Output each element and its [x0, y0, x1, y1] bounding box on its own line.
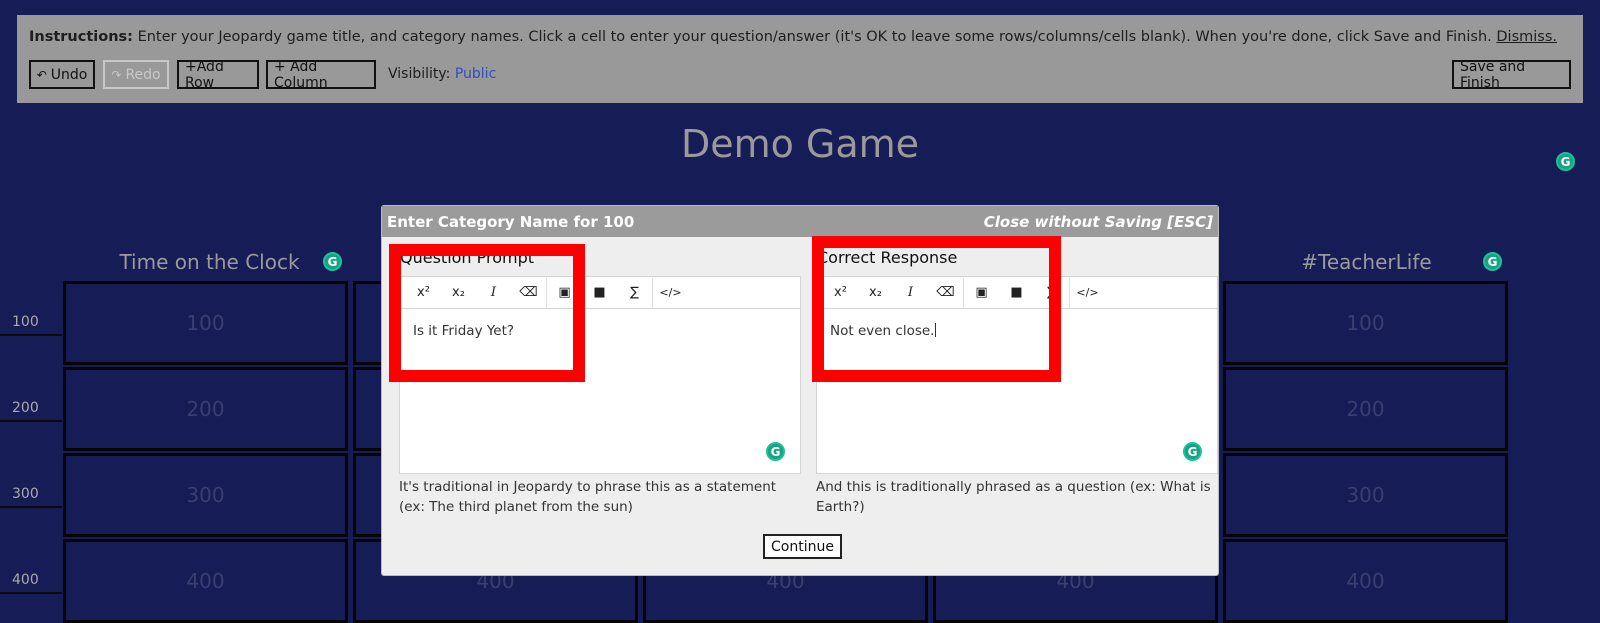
edit-cell-modal: Enter Category Name for 100 Close withou…: [382, 206, 1218, 575]
instructions-text: Instructions: Enter your Jeopardy game t…: [29, 29, 1571, 45]
subscript-icon[interactable]: x₂: [858, 278, 893, 308]
board-cell[interactable]: 400: [63, 539, 348, 623]
sigma-icon[interactable]: ∑: [1034, 278, 1069, 308]
continue-button[interactable]: Continue: [763, 534, 842, 559]
question-hint: It's traditional in Jeopardy to phrase t…: [399, 479, 777, 515]
eraser-icon[interactable]: ⌫: [511, 278, 546, 308]
question-editor-toolbar: x² x₂ I ⌫ ▣ ■ ∑ </>: [400, 277, 800, 309]
board-cell[interactable]: 100: [1223, 281, 1508, 365]
question-text: Is it Friday Yet?: [413, 323, 515, 339]
code-icon[interactable]: </>: [653, 278, 688, 308]
board-cell[interactable]: 200: [63, 367, 348, 451]
row-divider: [0, 592, 62, 594]
visibility-label: Visibility:: [388, 66, 451, 82]
video-icon[interactable]: ■: [582, 278, 617, 308]
code-icon[interactable]: </>: [1070, 278, 1105, 308]
visibility: Visibility: Public: [388, 66, 496, 82]
modal-title: Enter Category Name for 100: [387, 212, 635, 231]
add-row-button[interactable]: +Add Row: [177, 59, 259, 91]
board-cell[interactable]: 300: [63, 453, 348, 537]
undo-label: Undo: [50, 66, 88, 83]
video-icon[interactable]: ■: [999, 278, 1034, 308]
text-caret: [935, 323, 937, 337]
category-header-5[interactable]: #TeacherLife: [1224, 250, 1509, 274]
add-column-button[interactable]: + Add Column: [266, 59, 376, 91]
question-editor-body[interactable]: Is it Friday Yet?: [400, 309, 800, 353]
superscript-icon[interactable]: x²: [406, 278, 441, 308]
dismiss-link[interactable]: Dismiss.: [1496, 29, 1557, 45]
response-editor-toolbar: x² x₂ I ⌫ ▣ ■ ∑ </>: [817, 277, 1217, 309]
visibility-link[interactable]: Public: [455, 66, 496, 82]
grammarly-icon[interactable]: G: [1556, 152, 1575, 171]
instructions-body: Enter your Jeopardy game title, and cate…: [132, 29, 1497, 45]
grammarly-icon[interactable]: G: [1483, 252, 1502, 271]
undo-icon: ↶: [36, 67, 47, 82]
subscript-icon[interactable]: x₂: [441, 278, 476, 308]
board-cell[interactable]: 300: [1223, 453, 1508, 537]
row-label-300: 300: [12, 486, 39, 502]
game-title[interactable]: Demo Game: [0, 122, 1600, 166]
board-cell[interactable]: 200: [1223, 367, 1508, 451]
row-divider: [0, 420, 62, 422]
question-pane: Question Prompt x² x₂ I ⌫ ▣ ■ ∑ </> Is i…: [399, 248, 801, 517]
redo-button[interactable]: ↷ Redo: [103, 60, 169, 89]
response-hint: And this is traditionally phrased as a q…: [816, 479, 1211, 515]
board-cell[interactable]: 400: [1223, 539, 1508, 623]
undo-button[interactable]: ↶ Undo: [29, 60, 95, 89]
instructions-label: Instructions:: [29, 29, 133, 45]
redo-icon: ↷: [111, 67, 122, 82]
instructions-bar: Instructions: Enter your Jeopardy game t…: [17, 15, 1583, 103]
row-divider: [0, 506, 62, 508]
close-without-saving-link[interactable]: Close without Saving [ESC]: [984, 213, 1213, 231]
response-pane: Correct Response x² x₂ I ⌫ ▣ ■ ∑ </> Not…: [816, 248, 1218, 517]
italic-icon[interactable]: I: [476, 278, 511, 308]
redo-label: Redo: [125, 66, 161, 83]
response-text: Not even close.: [830, 323, 935, 339]
response-editor[interactable]: x² x₂ I ⌫ ▣ ■ ∑ </> Not even close. G: [816, 276, 1218, 474]
sigma-icon[interactable]: ∑: [617, 278, 652, 308]
eraser-icon[interactable]: ⌫: [928, 278, 963, 308]
save-finish-button[interactable]: Save and Finish: [1452, 59, 1571, 91]
question-prompt-label: Question Prompt: [400, 248, 535, 267]
response-editor-body[interactable]: Not even close.: [817, 309, 1217, 353]
image-icon[interactable]: ▣: [547, 278, 582, 308]
row-divider: [0, 334, 62, 336]
superscript-icon[interactable]: x²: [823, 278, 858, 308]
modal-header: Enter Category Name for 100 Close withou…: [382, 206, 1218, 237]
row-label-100: 100: [12, 314, 39, 330]
board-cell[interactable]: 100: [63, 281, 348, 365]
italic-icon[interactable]: I: [893, 278, 928, 308]
category-header-1[interactable]: Time on the Clock: [67, 250, 352, 274]
grammarly-icon[interactable]: G: [323, 252, 342, 271]
row-label-400: 400: [12, 572, 39, 588]
grammarly-icon[interactable]: G: [1183, 442, 1202, 461]
grammarly-icon[interactable]: G: [766, 442, 785, 461]
image-icon[interactable]: ▣: [964, 278, 999, 308]
instructions-toolbar: ↶ Undo ↷ Redo +Add Row + Add Column Visibi…: [29, 59, 1571, 91]
correct-response-label: Correct Response: [817, 248, 958, 267]
question-editor[interactable]: x² x₂ I ⌫ ▣ ■ ∑ </> Is it Friday Yet? G: [399, 276, 801, 474]
row-label-200: 200: [12, 400, 39, 416]
